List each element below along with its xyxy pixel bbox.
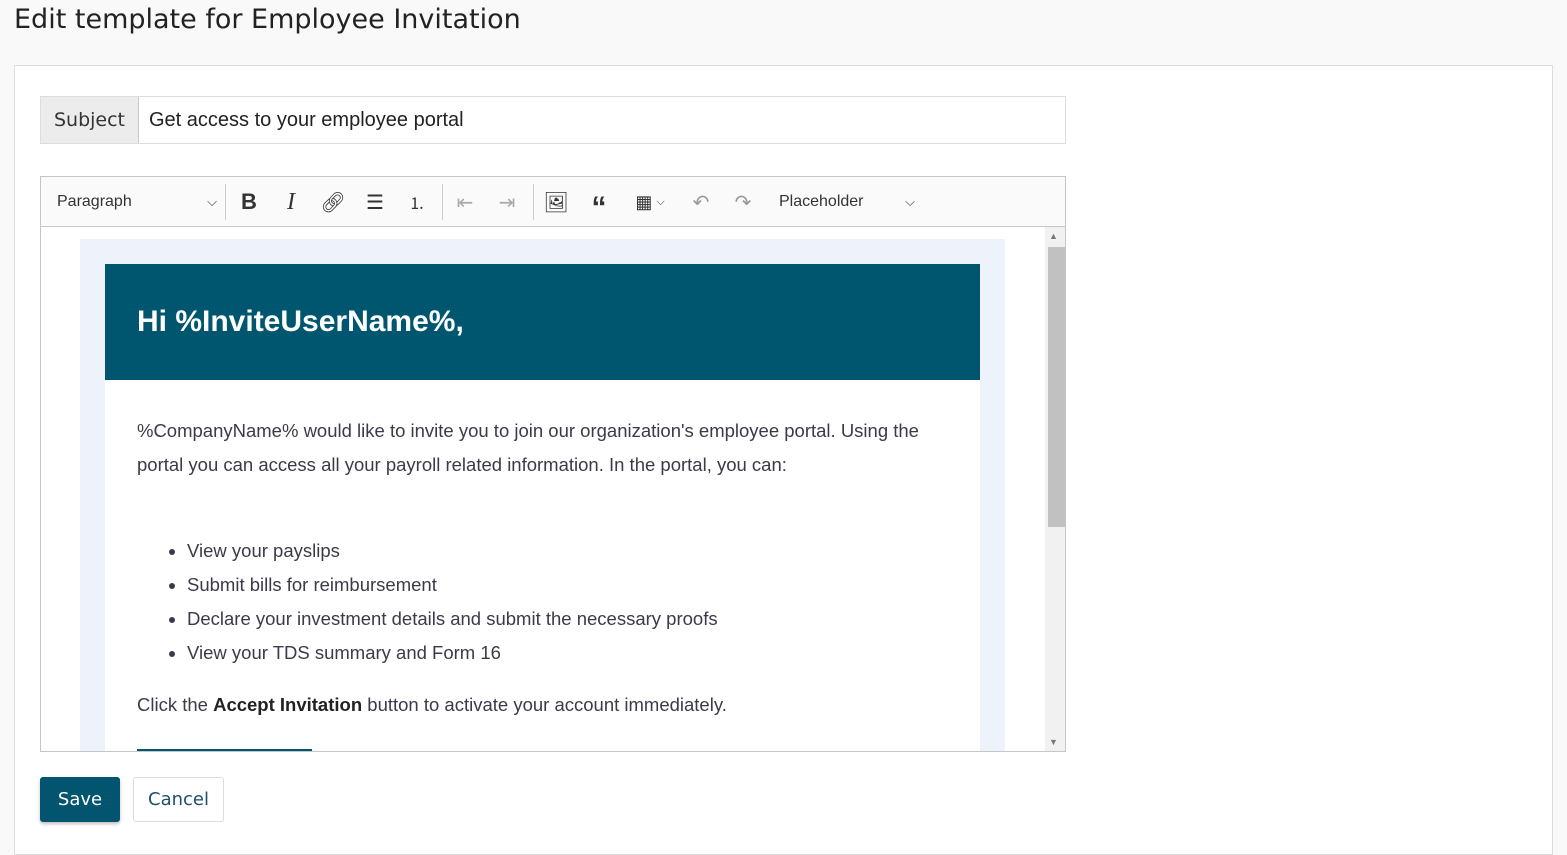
accept-invitation-button [137,749,312,751]
chevron-down-icon: ⌵ [905,194,915,209]
cancel-button[interactable]: Cancel [133,777,224,822]
outdent-icon[interactable]: ⇤ [453,177,477,227]
page-title: Edit template for Employee Invitation [14,4,521,35]
undo-icon[interactable]: ↶ [689,177,713,227]
heading-value: Paragraph [57,193,132,210]
placeholder-value: Placeholder [779,193,864,210]
indent-icon[interactable]: ⇥ [495,177,519,227]
scroll-down-icon[interactable]: ▼ [1049,737,1058,747]
feature-list: View your payslips Submit bills for reim… [137,534,948,670]
image-icon[interactable]: 🖼︎ [543,177,568,227]
blockquote-icon[interactable]: “ [587,177,611,227]
cta-text: Click the Accept Invitation button to ac… [137,694,727,715]
subject-input[interactable] [139,97,1065,143]
list-item: View your payslips [187,534,948,568]
numbered-list-icon[interactable]: ⒈ [405,177,429,227]
heading-dropdown[interactable]: Paragraph ⌵ [57,177,217,227]
editor-content[interactable]: Hi %InviteUserName%, %CompanyName% would… [41,227,1045,751]
link-icon[interactable]: 🔗︎ [320,177,345,227]
list-item: Declare your investment details and subm… [187,602,948,636]
email-body: %CompanyName% would like to invite you t… [105,380,980,751]
editor-toolbar: Paragraph ⌵ B I 🔗︎ ☰ ⒈ ⇤ ⇥ 🖼︎ “ ▦ ⌵ ↶ ↷ P… [41,177,1065,227]
save-button[interactable]: Save [40,777,120,822]
bold-icon[interactable]: B [237,177,261,227]
scrollbar-thumb[interactable] [1048,247,1065,527]
list-item: Submit bills for reimbursement [187,568,948,602]
placeholder-dropdown[interactable]: Placeholder ⌵ [779,177,915,227]
email-header: Hi %InviteUserName%, [105,264,980,380]
rich-text-editor: Paragraph ⌵ B I 🔗︎ ☰ ⒈ ⇤ ⇥ 🖼︎ “ ▦ ⌵ ↶ ↷ P… [40,176,1066,752]
chevron-down-icon: ⌵ [207,194,217,209]
table-icon[interactable]: ▦ ⌵ [629,177,671,227]
list-item: View your TDS summary and Form 16 [187,636,948,670]
scroll-up-icon[interactable]: ▲ [1049,231,1058,241]
redo-icon[interactable]: ↷ [731,177,755,227]
scrollbar[interactable]: ▲ ▼ [1045,227,1065,751]
bullet-list-icon[interactable]: ☰ [363,177,387,227]
subject-label: Subject [41,97,139,143]
italic-icon[interactable]: I [279,177,303,227]
chevron-down-icon: ⌵ [656,195,665,208]
subject-row: Subject [40,96,1066,144]
intro-text: %CompanyName% would like to invite you t… [137,420,919,475]
